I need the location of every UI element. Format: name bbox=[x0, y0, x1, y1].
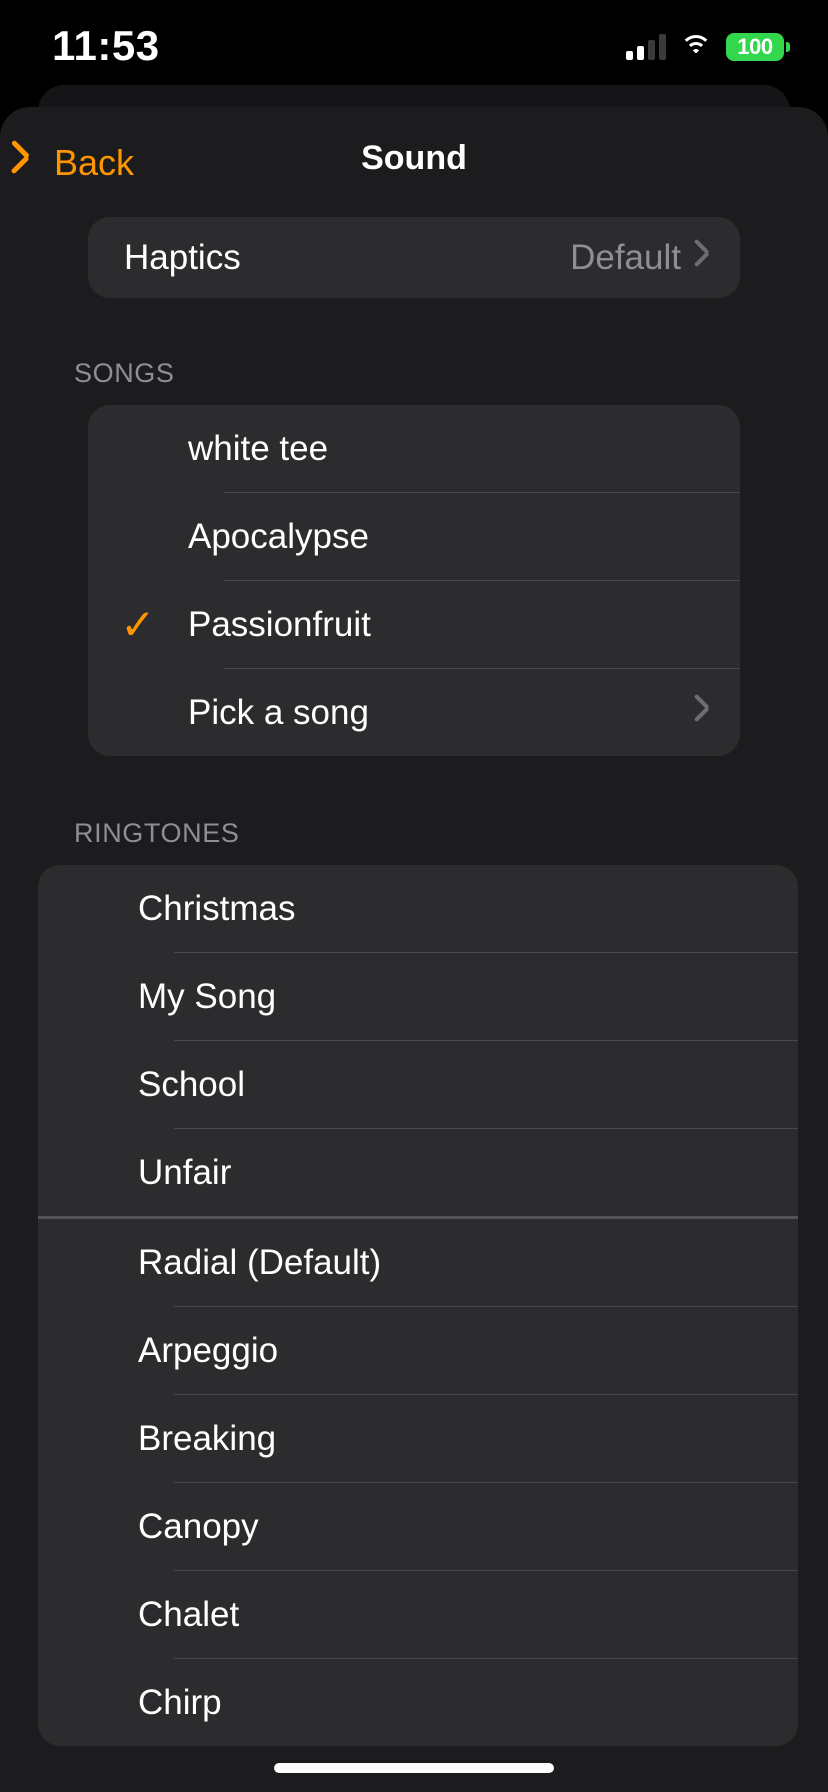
list-item-label: Breaking bbox=[138, 1418, 277, 1458]
list-item-label: Chalet bbox=[138, 1594, 240, 1634]
status-bar-time: 11:53 bbox=[52, 22, 160, 69]
checkmark-icon: ✓ bbox=[120, 600, 156, 648]
battery-percent-label: 100 bbox=[737, 34, 773, 59]
list-item-label: Arpeggio bbox=[138, 1330, 279, 1370]
settings-content: Haptics Default SONGS ✓ white tee ✓ Apoc… bbox=[0, 217, 828, 1746]
list-item[interactable]: ✓ Unfair bbox=[38, 1129, 798, 1216]
list-item-label: Apocalypse bbox=[188, 516, 369, 556]
list-item[interactable]: ✓ My Song bbox=[38, 953, 798, 1040]
songs-card: ✓ white tee ✓ Apocalypse ✓ Passionfruit … bbox=[88, 405, 740, 756]
ringtones-card: ✓ Christmas ✓ My Song ✓ School ✓ Unfair … bbox=[38, 865, 798, 1746]
ringtones-section-header: RINGTONES bbox=[74, 818, 240, 848]
list-item-label: Canopy bbox=[138, 1506, 259, 1546]
sound-settings-sheet: Back Sound Haptics Default SONGS ✓ white… bbox=[0, 107, 828, 1792]
list-item[interactable]: ✓ Radial (Default) bbox=[38, 1219, 798, 1306]
list-item-label: My Song bbox=[138, 976, 277, 1016]
wifi-icon bbox=[680, 35, 712, 59]
list-item[interactable]: ✓ white tee bbox=[88, 405, 740, 492]
pick-a-song-row[interactable]: ✓ Pick a song bbox=[88, 669, 740, 756]
list-item[interactable]: ✓ Canopy bbox=[38, 1483, 798, 1570]
navigation-bar: Back Sound bbox=[0, 107, 828, 217]
status-bar: 11:53 100 bbox=[0, 0, 828, 92]
haptics-label: Haptics bbox=[124, 237, 241, 277]
battery-icon: 100 bbox=[726, 33, 790, 61]
list-item[interactable]: ✓ Apocalypse bbox=[88, 493, 740, 580]
haptics-row[interactable]: Haptics Default bbox=[88, 217, 740, 298]
list-item-label: Unfair bbox=[138, 1152, 232, 1192]
home-indicator[interactable] bbox=[274, 1763, 554, 1773]
list-item-label: Chirp bbox=[138, 1682, 222, 1722]
page-title: Sound bbox=[361, 139, 467, 177]
haptics-value: Default bbox=[570, 237, 681, 277]
chevron-right-icon bbox=[695, 700, 710, 726]
list-item-label: Radial (Default) bbox=[138, 1242, 382, 1282]
list-item[interactable]: ✓ Arpeggio bbox=[38, 1307, 798, 1394]
list-item-label: School bbox=[138, 1064, 246, 1104]
songs-section-header: SONGS bbox=[74, 358, 175, 388]
chevron-right-icon bbox=[695, 245, 710, 271]
list-item-label: Pick a song bbox=[188, 692, 369, 732]
list-item[interactable]: ✓ School bbox=[38, 1041, 798, 1128]
list-item[interactable]: ✓ Christmas bbox=[38, 865, 798, 952]
haptics-card: Haptics Default bbox=[88, 217, 740, 298]
list-item-label: white tee bbox=[188, 428, 329, 468]
battery-nub bbox=[786, 42, 790, 52]
list-item[interactable]: ✓ Chirp bbox=[38, 1659, 798, 1746]
status-bar-indicators: 100 bbox=[626, 28, 790, 66]
list-item[interactable]: ✓ Chalet bbox=[38, 1571, 798, 1658]
list-item-selected[interactable]: ✓ Passionfruit bbox=[88, 581, 740, 668]
list-item-label: Christmas bbox=[138, 888, 296, 928]
list-item-label: Passionfruit bbox=[188, 604, 371, 644]
cellular-signal-icon bbox=[626, 34, 666, 60]
list-item[interactable]: ✓ Breaking bbox=[38, 1395, 798, 1482]
